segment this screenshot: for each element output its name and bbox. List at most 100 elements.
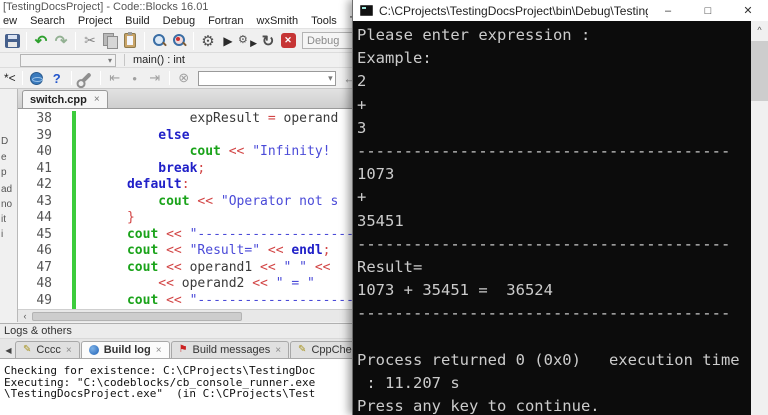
close-tab-icon[interactable]: × — [94, 94, 100, 105]
scroll-left-icon[interactable]: ‹ — [18, 311, 32, 321]
code-text: cout << "Result=" << endl; — [126, 243, 331, 258]
build-button[interactable]: ⚙ — [198, 31, 218, 51]
scroll-up-icon[interactable]: ^ — [751, 21, 768, 38]
close-tab-icon[interactable]: × — [66, 345, 72, 356]
find-in-files-button[interactable] — [169, 31, 189, 51]
line-number: 44 — [36, 210, 52, 225]
code-line: 47 cout << operand1 << " " << — [18, 259, 352, 276]
tab-scroll-left-button[interactable]: ◀ — [2, 343, 15, 358]
clear-search-button[interactable]: ⊗ — [174, 68, 194, 88]
logs-tab-label: Cccc — [36, 344, 61, 356]
build-and-run-button[interactable]: ⚙ ▶ — [238, 31, 258, 51]
help-button[interactable]: ? — [47, 68, 67, 88]
menu-item-debug[interactable]: Debug — [163, 15, 195, 27]
console-title-bar[interactable]: C:\CProjects\TestingDocsProject\bin\Debu… — [353, 0, 768, 21]
close-tab-icon[interactable]: × — [156, 345, 162, 356]
line-number: 49 — [36, 292, 52, 308]
settings-button[interactable] — [76, 68, 96, 88]
save-all-icon — [4, 33, 20, 48]
logs-tab-build-log[interactable]: Build log × — [80, 341, 170, 358]
copy-button[interactable] — [100, 31, 120, 51]
maximize-button[interactable]: □ — [688, 0, 728, 21]
editor-tab-label: switch.cpp — [30, 93, 87, 106]
line-number: 47 — [36, 259, 52, 275]
menu-item-ew[interactable]: ew — [3, 15, 17, 27]
code-line: 49 cout << "------------------------ — [18, 292, 352, 309]
scrollbar-thumb[interactable] — [32, 311, 242, 321]
code-text: << operand2 << " = " — [158, 276, 315, 291]
globe-icon — [30, 71, 44, 85]
flag-icon: ⚑ — [178, 344, 188, 355]
logs-tab-cccc[interactable]: ✎ Cccc × — [15, 341, 80, 358]
menu-item-search[interactable]: Search — [30, 15, 65, 27]
gear-icon: ⚙ — [238, 33, 248, 46]
copy-icon — [103, 33, 118, 49]
close-tab-icon[interactable]: × — [275, 345, 281, 356]
toolbar-separator — [168, 71, 170, 85]
line-number: 39 — [36, 127, 52, 143]
scope-select[interactable]: ▾ — [20, 53, 116, 67]
logs-tab-label: Build messages — [192, 344, 271, 356]
pencil-icon: ✎ — [298, 344, 307, 355]
scrollbar-thumb[interactable] — [751, 41, 768, 101]
console-scrollbar[interactable]: ^ — [751, 21, 768, 415]
run-button[interactable]: ▶ — [218, 31, 238, 51]
minimize-button[interactable]: – — [648, 0, 688, 21]
code-editor[interactable]: 38 expResult = operand 39 else 40 cout << … — [18, 109, 352, 309]
changed-lines-margin — [72, 127, 76, 144]
changed-lines-margin — [72, 226, 76, 243]
breakpoint-toggle-button[interactable]: ● — [125, 68, 145, 88]
changed-lines-margin — [72, 193, 76, 210]
changed-lines-margin — [72, 177, 76, 194]
cut-button[interactable]: ✂ — [80, 31, 100, 51]
save-all-button[interactable] — [2, 31, 22, 51]
menu-item-project[interactable]: Project — [78, 15, 112, 27]
code-line: 46 cout << "Result=" << endl; — [18, 243, 352, 260]
close-button[interactable]: ✕ — [728, 0, 768, 21]
editor-horizontal-scrollbar[interactable]: ‹ — [18, 309, 352, 322]
code-text: cout << "Infinity! — [189, 144, 331, 159]
code-line: 44 } — [18, 210, 352, 227]
tree-item-fragment: ad — [1, 184, 13, 195]
console-output: Please enter expression : Example: 2 + 3… — [353, 21, 768, 415]
rebuild-button[interactable]: ↻ — [258, 31, 278, 51]
changed-lines-margin — [72, 160, 76, 177]
screen: [TestingDocsProject] - Code::Blocks 16.0… — [0, 0, 768, 415]
redo-button[interactable]: ↷ — [51, 31, 71, 51]
paste-button[interactable] — [120, 31, 140, 51]
menu-item-wxsmith[interactable]: wxSmith — [257, 15, 299, 27]
logs-tab-build-messages[interactable]: ⚑ Build messages × — [170, 341, 290, 358]
console-title: C:\CProjects\TestingDocsProject\bin\Debu… — [379, 3, 648, 18]
paste-icon — [124, 32, 136, 48]
line-number: 41 — [36, 160, 52, 176]
code-text: else — [158, 127, 190, 143]
step-out-button[interactable]: ⇥ — [145, 68, 165, 88]
menu-item-fortran[interactable]: Fortran — [208, 15, 243, 27]
function-select[interactable]: main() : int — [124, 54, 185, 66]
code-text: cout << "------------------------ — [126, 292, 352, 308]
chevron-down-icon: ▾ — [328, 72, 333, 83]
code-text: cout << "------------------------ — [126, 226, 352, 242]
incremental-search-input[interactable]: ▾ — [197, 70, 336, 86]
management-panel-sliver: De p ad no it i — [0, 89, 18, 322]
tree-item-fragment: e — [1, 152, 7, 163]
menu-item-tools[interactable]: Tools — [311, 15, 337, 27]
abort-button[interactable]: ✕ — [278, 31, 298, 51]
editor-tab-switch-cpp[interactable]: switch.cpp × — [22, 90, 108, 108]
undo-button[interactable]: ↶ — [31, 31, 51, 51]
toolbar-separator — [26, 31, 27, 50]
find-button[interactable] — [149, 31, 169, 51]
web-button[interactable] — [27, 68, 47, 88]
toolbar-separator — [144, 31, 145, 50]
menu-item-build[interactable]: Build — [125, 15, 149, 27]
code-line: 39 else — [18, 127, 352, 144]
code-line: 40 cout << "Infinity! — [18, 144, 352, 161]
toolbar-fragment: *< — [4, 71, 16, 85]
editor-column: switch.cpp × 38 expResult = operand 39 el… — [18, 89, 352, 322]
code-line: 43 cout << "Operator not s — [18, 193, 352, 210]
toolbar-separator — [99, 71, 101, 85]
run-to-cursor-button[interactable]: ⇤ — [105, 68, 125, 88]
changed-lines-margin — [72, 276, 76, 293]
abort-icon: ✕ — [280, 33, 296, 48]
play-icon: ▶ — [250, 37, 257, 48]
